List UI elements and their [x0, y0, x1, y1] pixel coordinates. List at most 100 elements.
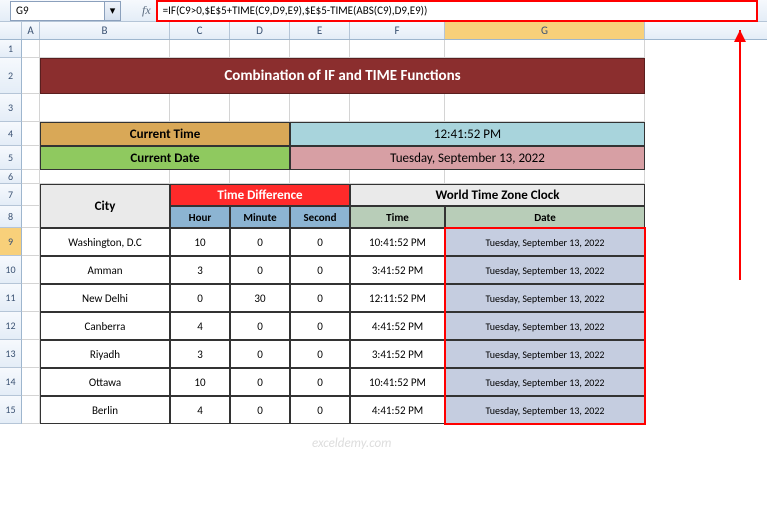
minute-cell[interactable]: 30: [230, 284, 290, 312]
cell-bg: [22, 122, 40, 146]
hour-cell[interactable]: 3: [170, 340, 230, 368]
col-header-F[interactable]: F: [350, 22, 445, 39]
time-cell[interactable]: 10:41:52 PM: [350, 228, 445, 256]
city-cell[interactable]: Washington, D.C: [40, 228, 170, 256]
minute-cell[interactable]: 0: [230, 396, 290, 424]
date-cell[interactable]: Tuesday, September 13, 2022: [445, 256, 645, 284]
row-header-8[interactable]: 8: [0, 206, 22, 228]
hour-cell[interactable]: 0: [170, 284, 230, 312]
row-header-12[interactable]: 12: [0, 312, 22, 340]
second-cell[interactable]: 0: [290, 340, 350, 368]
second-cell[interactable]: 0: [290, 312, 350, 340]
row-header-1[interactable]: 1: [0, 40, 22, 58]
second-cell[interactable]: 0: [290, 284, 350, 312]
title-banner: Combination of IF and TIME Functions: [40, 58, 645, 94]
name-box-dropdown[interactable]: ▾: [105, 1, 121, 21]
date-cell[interactable]: Tuesday, September 13, 2022: [445, 340, 645, 368]
city-cell[interactable]: Berlin: [40, 396, 170, 424]
city-cell[interactable]: Canberra: [40, 312, 170, 340]
date-cell[interactable]: Tuesday, September 13, 2022: [445, 228, 645, 256]
minute-cell[interactable]: 0: [230, 368, 290, 396]
second-cell[interactable]: 0: [290, 256, 350, 284]
cell-bg: [22, 206, 40, 228]
row-header-7[interactable]: 7: [0, 184, 22, 206]
cell-bg: [22, 256, 40, 284]
second-cell[interactable]: 0: [290, 228, 350, 256]
city-cell[interactable]: Ottawa: [40, 368, 170, 396]
header-time: Time: [350, 206, 445, 228]
minute-cell[interactable]: 0: [230, 312, 290, 340]
row-header-9[interactable]: 9: [0, 228, 22, 256]
hour-cell[interactable]: 10: [170, 368, 230, 396]
cell-bg: [230, 94, 290, 122]
hour-cell[interactable]: 4: [170, 312, 230, 340]
col-header-B[interactable]: B: [40, 22, 170, 39]
cell-bg: [350, 40, 445, 58]
current-time-label: Current Time: [40, 122, 290, 146]
city-cell[interactable]: New Delhi: [40, 284, 170, 312]
select-all-cell[interactable]: [0, 22, 22, 39]
row-header-5[interactable]: 5: [0, 146, 22, 170]
minute-cell[interactable]: 0: [230, 256, 290, 284]
date-cell[interactable]: Tuesday, September 13, 2022: [445, 312, 645, 340]
row-header-6[interactable]: 6: [0, 170, 22, 184]
col-header-G[interactable]: G: [445, 22, 645, 39]
row-header-11[interactable]: 11: [0, 284, 22, 312]
col-header-C[interactable]: C: [170, 22, 230, 39]
cell-bg: [170, 94, 230, 122]
col-header-A[interactable]: A: [22, 22, 40, 39]
time-cell[interactable]: 12:11:52 PM: [350, 284, 445, 312]
current-date-label: Current Date: [40, 146, 290, 170]
cell-bg: [40, 40, 170, 58]
cell-bg: [350, 170, 445, 184]
formula-bar[interactable]: =IF(C9>0,$E$5+TIME(C9,D9,E9),$E$5-TIME(A…: [157, 1, 757, 21]
row-header-4[interactable]: 4: [0, 122, 22, 146]
minute-cell[interactable]: 0: [230, 340, 290, 368]
row-header-14[interactable]: 14: [0, 368, 22, 396]
formula-bar-row: G9 ▾ fx =IF(C9>0,$E$5+TIME(C9,D9,E9),$E$…: [0, 0, 767, 22]
time-cell[interactable]: 4:41:52 PM: [350, 312, 445, 340]
time-cell[interactable]: 3:41:52 PM: [350, 340, 445, 368]
cell-bg: [445, 40, 645, 58]
col-header-D[interactable]: D: [230, 22, 290, 39]
cell-bg: [22, 94, 40, 122]
hour-cell[interactable]: 4: [170, 396, 230, 424]
row-headers: 123456789101112131415: [0, 40, 22, 424]
cell-bg: [22, 170, 40, 184]
time-cell[interactable]: 4:41:52 PM: [350, 396, 445, 424]
col-header-E[interactable]: E: [290, 22, 350, 39]
row-header-13[interactable]: 13: [0, 340, 22, 368]
header-city: City: [40, 184, 170, 228]
hour-cell[interactable]: 3: [170, 256, 230, 284]
date-cell[interactable]: Tuesday, September 13, 2022: [445, 284, 645, 312]
second-cell[interactable]: 0: [290, 396, 350, 424]
row-header-2[interactable]: 2: [0, 58, 22, 94]
cell-bg: [350, 94, 445, 122]
date-cell[interactable]: Tuesday, September 13, 2022: [445, 396, 645, 424]
hour-cell[interactable]: 10: [170, 228, 230, 256]
city-cell[interactable]: Riyadh: [40, 340, 170, 368]
cell-bg: [22, 284, 40, 312]
city-cell[interactable]: Amman: [40, 256, 170, 284]
name-box[interactable]: G9: [10, 1, 105, 21]
fx-icon[interactable]: fx: [142, 3, 151, 18]
header-world-time-zone: World Time Zone Clock: [350, 184, 645, 206]
row-header-10[interactable]: 10: [0, 256, 22, 284]
cell-bg: [445, 170, 645, 184]
watermark: exceldemy.com: [312, 436, 391, 451]
minute-cell[interactable]: 0: [230, 228, 290, 256]
second-cell[interactable]: 0: [290, 368, 350, 396]
row-header-15[interactable]: 15: [0, 396, 22, 424]
current-time-value: 12:41:52 PM: [290, 122, 645, 146]
date-cell[interactable]: Tuesday, September 13, 2022: [445, 368, 645, 396]
name-box-value: G9: [16, 4, 29, 17]
header-minute: Minute: [230, 206, 290, 228]
cell-bg: [290, 40, 350, 58]
cell-bg: [22, 184, 40, 206]
time-cell[interactable]: 10:41:52 PM: [350, 368, 445, 396]
row-header-3[interactable]: 3: [0, 94, 22, 122]
header-date: Date: [445, 206, 645, 228]
time-cell[interactable]: 3:41:52 PM: [350, 256, 445, 284]
cells-area[interactable]: Combination of IF and TIME Functions Curr…: [22, 40, 767, 424]
cell-bg: [170, 40, 230, 58]
